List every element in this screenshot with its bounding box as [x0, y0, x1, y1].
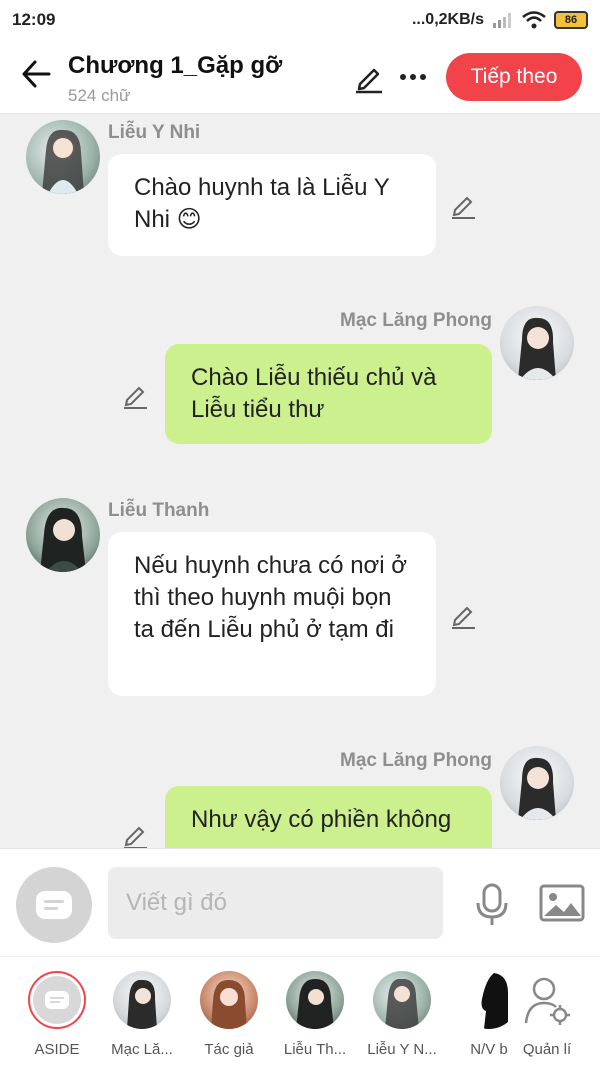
word-count: 524 chữ	[68, 86, 131, 105]
chapter-title: Chương 1_Gặp gỡ	[68, 52, 283, 79]
user-settings-icon	[524, 977, 570, 1025]
sender-name: Mạc Lăng Phong	[340, 750, 492, 771]
character-avatar-icon	[211, 979, 247, 1029]
pencil-icon	[452, 606, 475, 629]
chapter-header: Chương 1_Gặp gỡ 524 chữ Tiếp theo	[0, 40, 600, 114]
sender-name: Liễu Y Nhi	[108, 122, 201, 143]
edit-message-button[interactable]	[120, 820, 150, 848]
pencil-icon	[356, 68, 382, 94]
character-avatar-icon	[127, 979, 157, 1029]
pencil-icon	[124, 826, 147, 848]
edit-message-button[interactable]	[120, 380, 150, 410]
pencil-icon	[452, 196, 475, 219]
edit-title-button[interactable]	[352, 60, 386, 94]
arrow-left-icon	[22, 60, 51, 88]
next-chapter-button[interactable]: Tiếp theo	[446, 53, 582, 101]
back-button[interactable]	[18, 56, 54, 92]
avatar[interactable]	[26, 120, 100, 194]
character-lieu-thanh[interactable]: Liễu Th...	[272, 971, 358, 1067]
edit-message-button[interactable]	[448, 190, 478, 220]
character-avatar-icon	[296, 978, 334, 1029]
avatar	[113, 971, 171, 1029]
message-bubble[interactable]: Nếu huynh chưa có nơi ở thì theo huynh m…	[108, 532, 436, 696]
more-dots-icon	[400, 74, 426, 80]
message-bubble[interactable]: Chào huynh ta là Liễu Y Nhi 😊	[108, 154, 436, 256]
character-tac-gia[interactable]: Tác giả	[186, 971, 272, 1067]
aside-toggle-button[interactable]	[16, 867, 92, 943]
network-speed: ...0,2KB/s	[411, 11, 484, 28]
wifi-icon	[522, 11, 546, 29]
avatar	[286, 971, 344, 1029]
avatar	[200, 971, 258, 1029]
message-input[interactable]	[108, 867, 443, 939]
status-time: 12:09	[12, 10, 56, 29]
character-label: ASIDE	[34, 1041, 80, 1058]
character-bar: ASIDE Mạc Lă... Tác giả Liễu Th... Liễu …	[0, 956, 600, 1067]
character-label: Liễu Y N...	[367, 1041, 437, 1058]
image-button[interactable]	[538, 883, 586, 927]
microphone-icon	[476, 883, 508, 925]
battery-icon: 86	[554, 11, 588, 29]
character-label: Liễu Th...	[283, 1041, 347, 1058]
character-avatar-icon	[518, 317, 556, 380]
user-settings-icon-wrap	[518, 971, 576, 1029]
status-indicators: ...0,2KB/s 86	[412, 11, 588, 29]
message-bubble[interactable]: Chào Liễu thiếu chủ và Liễu tiểu thư	[165, 344, 492, 444]
character-avatar-icon	[518, 757, 556, 820]
message-bubble[interactable]: Như vậy có phiền không	[165, 786, 492, 848]
pencil-icon	[124, 386, 147, 409]
character-avatar-icon	[385, 978, 419, 1029]
signal-icon	[493, 13, 511, 28]
voice-button[interactable]	[470, 883, 514, 927]
avatar	[373, 971, 431, 1029]
more-options-button[interactable]	[396, 60, 430, 94]
chat-area[interactable]: Liễu Y Nhi Chào huynh ta là Liễu Y Nhi 😊…	[0, 114, 600, 848]
character-label: Mạc Lă...	[111, 1041, 173, 1058]
edit-message-button[interactable]	[448, 600, 478, 630]
aside-avatar	[28, 971, 86, 1029]
manage-characters-button[interactable]: Quản lí	[504, 971, 590, 1067]
character-lieu-y-nhi[interactable]: Liễu Y N...	[359, 971, 445, 1067]
message-composer	[0, 848, 600, 956]
sender-name: Mạc Lăng Phong	[340, 310, 492, 331]
character-avatar-icon	[42, 129, 84, 194]
sender-name: Liễu Thanh	[108, 500, 210, 521]
image-icon	[539, 884, 585, 922]
character-aside[interactable]: ASIDE	[14, 971, 100, 1067]
character-label: Tác giả	[204, 1041, 254, 1058]
character-label: Quản lí	[522, 1041, 572, 1058]
status-bar: 12:09 ...0,2KB/s 86	[0, 0, 600, 40]
aside-icon	[36, 891, 72, 919]
avatar[interactable]	[500, 306, 574, 380]
character-mac-lang-phong[interactable]: Mạc Lă...	[99, 971, 185, 1067]
aside-icon	[45, 991, 69, 1009]
avatar[interactable]	[500, 746, 574, 820]
character-avatar-icon	[40, 507, 86, 572]
avatar[interactable]	[26, 498, 100, 572]
